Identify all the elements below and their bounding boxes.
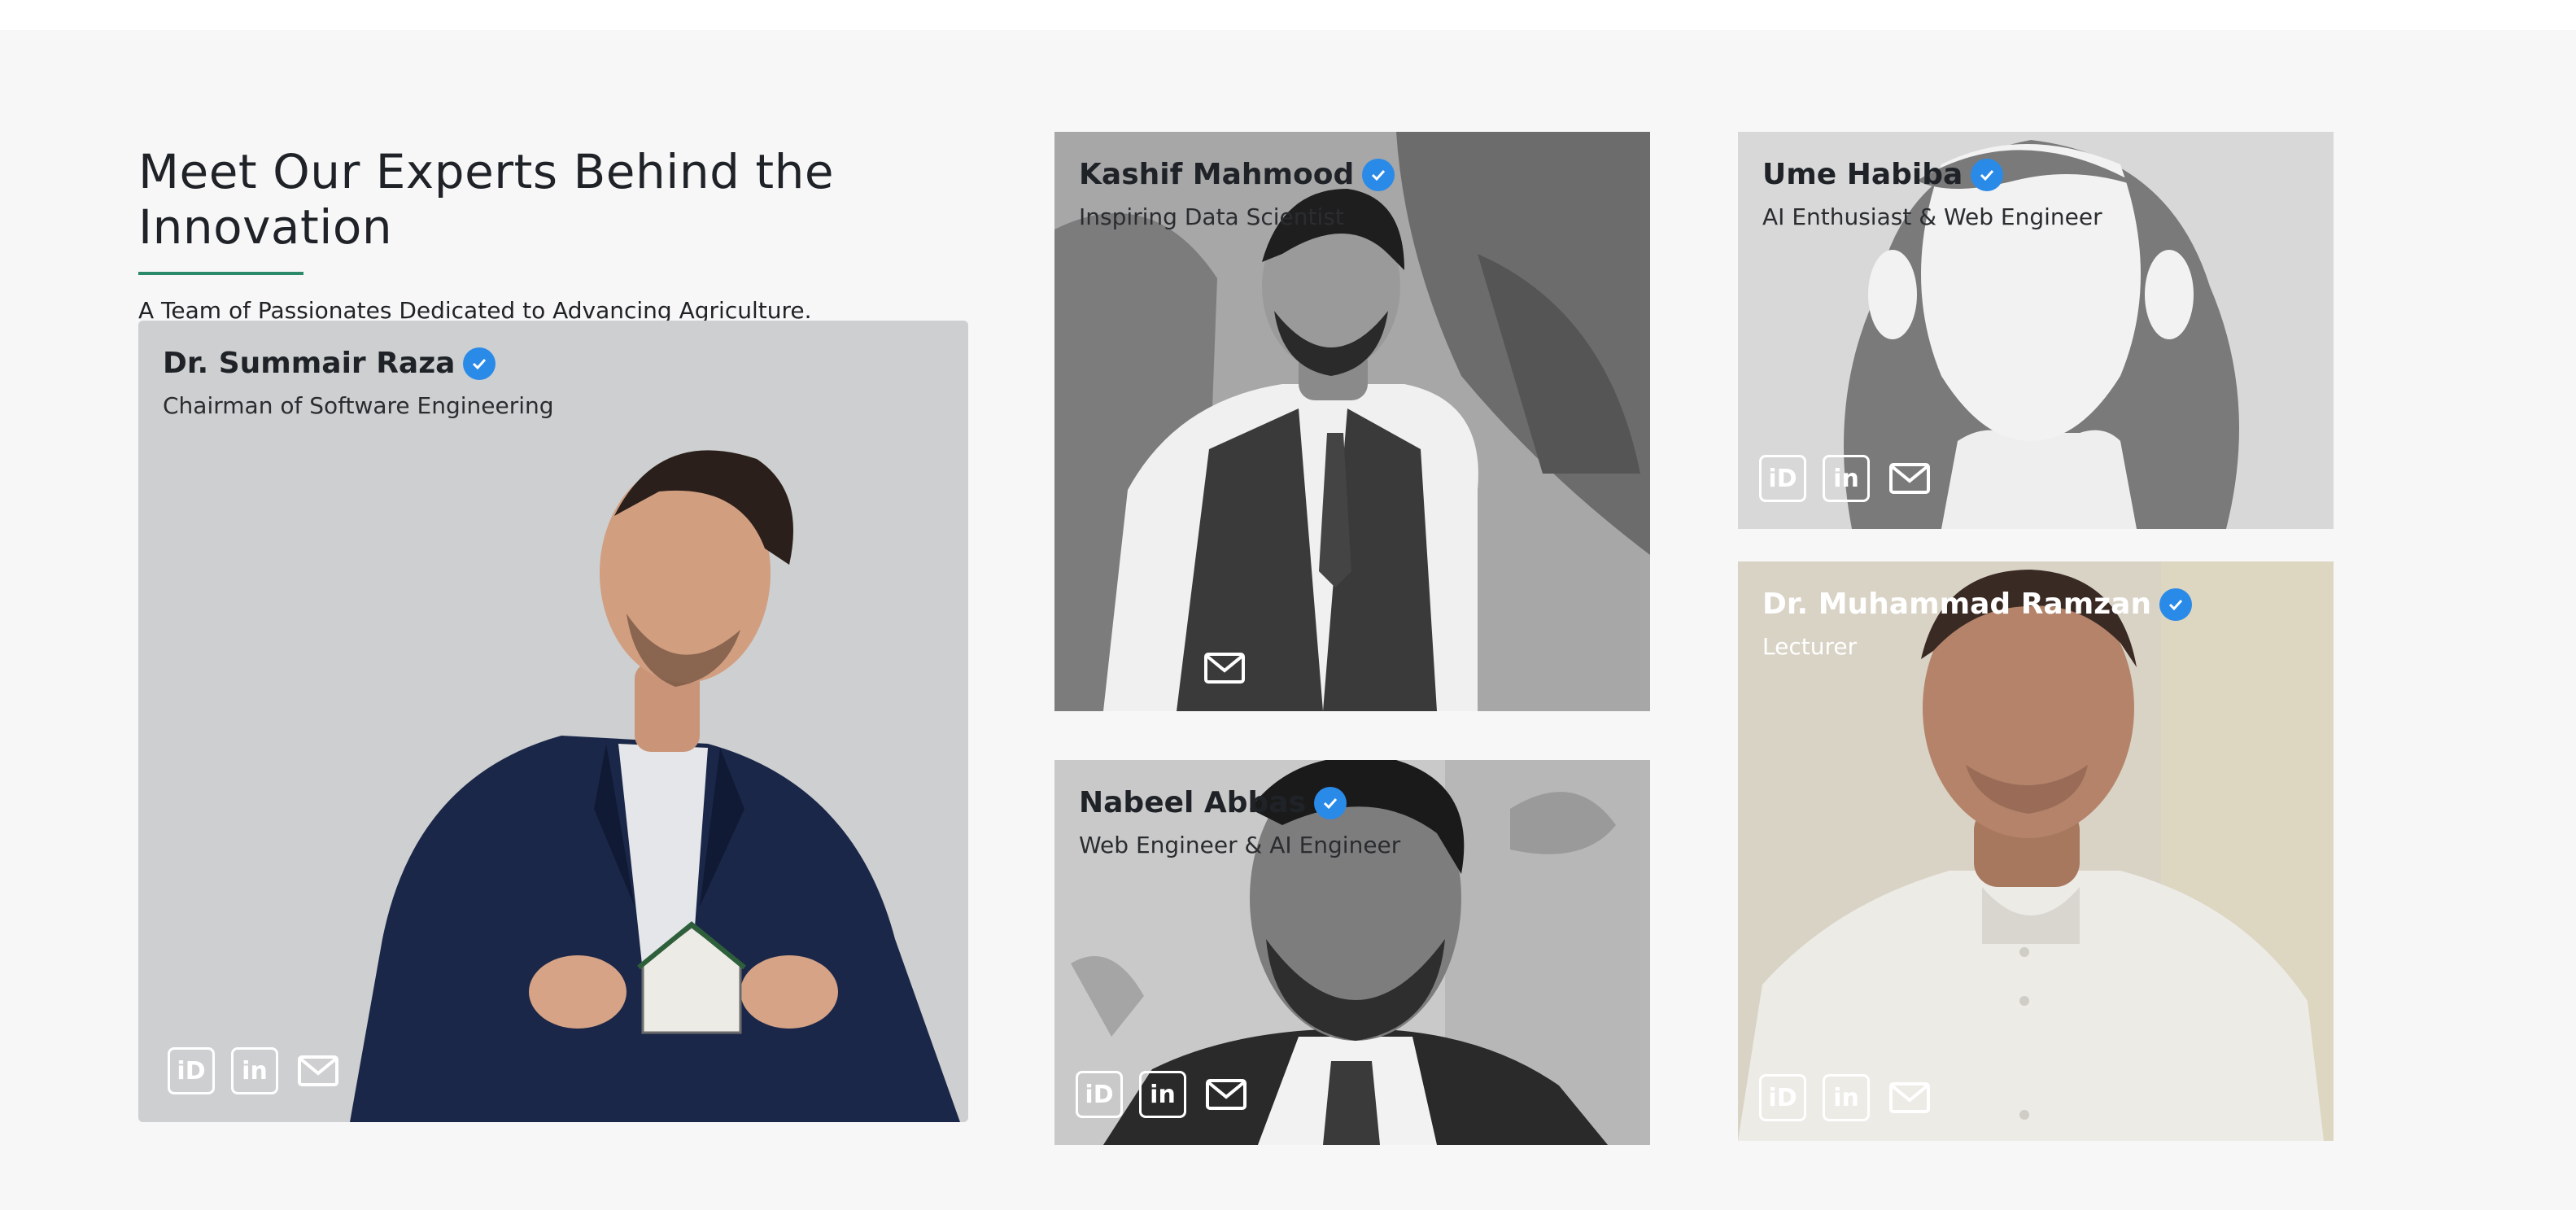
member-name: Kashif Mahmood: [1079, 158, 1395, 191]
mail-icon[interactable]: [1886, 455, 1933, 502]
linkedin-icon[interactable]: in: [1823, 1074, 1870, 1121]
orcid-label: iD: [1768, 464, 1797, 493]
mail-icon[interactable]: [1203, 1071, 1250, 1118]
member-name-text: Nabeel Abbas: [1079, 786, 1307, 819]
verified-icon: [1971, 158, 2004, 191]
orcid-icon[interactable]: iD: [1759, 455, 1806, 502]
member-photo: [138, 321, 968, 1122]
member-name: Dr. Muhammad Ramzan: [1762, 588, 2193, 621]
member-role: Inspiring Data Scientist: [1079, 203, 1344, 230]
linkedin-icon[interactable]: in: [231, 1047, 278, 1094]
member-name: Ume Habiba: [1762, 158, 2004, 191]
team-card-muhammad-ramzan: Dr. Muhammad Ramzan Lecturer iD in: [1738, 561, 2334, 1141]
social-links: iD in: [1759, 1074, 1933, 1121]
member-role: Lecturer: [1762, 633, 1858, 660]
member-name-text: Ume Habiba: [1762, 158, 1963, 191]
verified-icon: [1362, 158, 1395, 191]
linkedin-label: in: [1833, 464, 1859, 493]
orcid-label: iD: [1085, 1080, 1114, 1109]
member-role: Chairman of Software Engineering: [163, 392, 554, 419]
member-role: AI Enthusiast & Web Engineer: [1762, 203, 2102, 230]
mail-icon[interactable]: [1886, 1074, 1933, 1121]
member-name: Dr. Summair Raza: [163, 347, 496, 380]
linkedin-label: in: [1150, 1080, 1176, 1109]
social-links: iD in: [168, 1047, 342, 1094]
member-name-text: Kashif Mahmood: [1079, 158, 1355, 191]
team-card-summair-raza: Dr. Summair Raza Chairman of Software En…: [138, 321, 968, 1122]
team-card-ume-habiba: Ume Habiba AI Enthusiast & Web Engineer …: [1738, 132, 2334, 529]
team-card-nabeel-abbas: Nabeel Abbas Web Engineer & AI Engineer …: [1054, 760, 1650, 1145]
orcid-icon[interactable]: iD: [1759, 1074, 1806, 1121]
social-links: [1201, 644, 1248, 692]
verified-icon: [2159, 588, 2193, 621]
member-name-text: Dr. Summair Raza: [163, 347, 456, 380]
social-links: iD in: [1076, 1071, 1250, 1118]
mail-icon[interactable]: [295, 1047, 342, 1094]
linkedin-icon[interactable]: in: [1823, 455, 1870, 502]
orcid-label: iD: [177, 1056, 206, 1086]
title-underline: [138, 272, 303, 275]
orcid-icon[interactable]: iD: [168, 1047, 215, 1094]
member-name: Nabeel Abbas: [1079, 786, 1347, 819]
social-links: iD in: [1759, 455, 1933, 502]
linkedin-label: in: [242, 1056, 268, 1086]
mail-icon[interactable]: [1201, 644, 1248, 692]
verified-icon: [463, 347, 496, 380]
team-section: Meet Our Experts Behind the Innovation A…: [0, 30, 2576, 1210]
orcid-label: iD: [1768, 1083, 1797, 1112]
orcid-icon[interactable]: iD: [1076, 1071, 1123, 1118]
member-role: Web Engineer & AI Engineer: [1079, 832, 1401, 858]
linkedin-icon[interactable]: in: [1139, 1071, 1186, 1118]
linkedin-label: in: [1833, 1083, 1859, 1112]
member-name-text: Dr. Muhammad Ramzan: [1762, 588, 2152, 621]
section-title: Meet Our Experts Behind the Innovation: [138, 144, 835, 255]
verified-icon: [1314, 786, 1347, 819]
team-card-kashif-mahmood: Kashif Mahmood Inspiring Data Scientist: [1054, 132, 1650, 711]
